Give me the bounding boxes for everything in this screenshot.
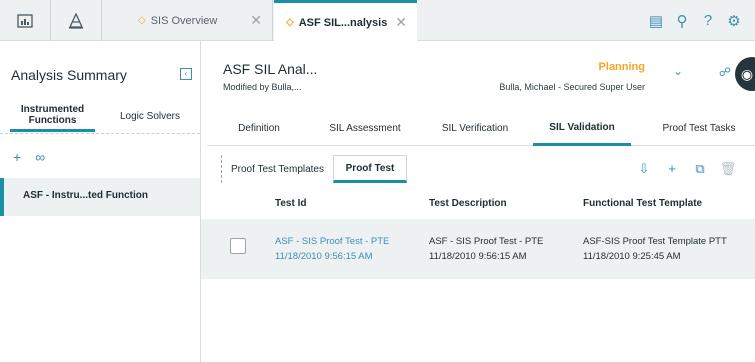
divider <box>0 133 200 134</box>
state-user: Bulla, Michael - Secured Super User <box>499 82 645 92</box>
tab-logic-solvers[interactable]: Logic Solvers <box>110 111 190 122</box>
toolbar: ▤ ⚲ ? ⚙ <box>643 0 755 41</box>
close-icon[interactable]: ✕ <box>395 14 407 31</box>
tab-proof-test-tasks[interactable]: Proof Test Tasks <box>651 111 747 146</box>
dashboard-icon <box>17 13 33 28</box>
tab-sil-verification[interactable]: SIL Verification <box>427 111 523 146</box>
test-id-date[interactable]: 11/18/2010 9:56:15 AM <box>275 249 389 264</box>
top-tab-bar: ◇ SIS Overview ✕ ◇ ASF SIL...nalysis ✕ ▤… <box>0 0 755 42</box>
hierarchy-icon[interactable]: ☍ <box>719 65 731 79</box>
add-icon[interactable]: + <box>13 149 21 165</box>
tab-asf-sil-analysis[interactable]: ◇ ASF SIL...nalysis ✕ <box>274 0 417 42</box>
add-icon[interactable]: + <box>663 161 681 177</box>
copy-icon[interactable]: ⧉ <box>691 161 709 177</box>
tab-instrumented-functions[interactable]: Instrumented Functions <box>10 104 95 132</box>
close-icon[interactable]: ✕ <box>250 12 262 29</box>
panel-title: Analysis Summary <box>11 67 127 83</box>
dashboard-tab[interactable] <box>0 0 51 41</box>
tab-proof-test[interactable]: Proof Test <box>333 155 407 183</box>
test-id-link[interactable]: ASF - SIS Proof Test - PTE 11/18/2010 9:… <box>275 234 389 264</box>
binoculars-icon[interactable]: ∞ <box>35 149 45 165</box>
state-label[interactable]: Planning <box>599 61 645 73</box>
functional-test-template-cell: ASF-SIS Proof Test Template PTT 11/18/20… <box>583 234 727 264</box>
subtab-bar: Definition SIL Assessment SIL Verificati… <box>207 111 755 146</box>
search-icon[interactable]: ⚲ <box>669 12 695 30</box>
analysis-summary-panel: Analysis Summary ‹ Instrumented Function… <box>0 41 201 362</box>
tab-sil-assessment[interactable]: SIL Assessment <box>319 111 411 146</box>
row-checkbox[interactable] <box>230 238 246 254</box>
triangle-hierarchy-icon <box>68 12 84 29</box>
eye-icon[interactable]: ◉ <box>735 57 755 91</box>
asset-hierarchy-tab[interactable] <box>51 0 102 41</box>
table-row[interactable]: ASF - SIS Proof Test - PTE 11/18/2010 9:… <box>201 219 755 279</box>
tab-proof-test-templates[interactable]: Proof Test Templates <box>221 155 333 183</box>
chevron-down-icon[interactable]: ⌄ <box>673 64 683 78</box>
help-icon[interactable]: ? <box>695 12 721 29</box>
test-id-line[interactable]: ASF - SIS Proof Test - PTE <box>275 234 389 249</box>
export-icon[interactable]: ⇩ <box>635 161 653 177</box>
column-header-functional-test-template[interactable]: Functional Test Template <box>583 198 702 209</box>
modified-by: Modified by Bulla,... <box>223 82 302 92</box>
list-item[interactable]: ASF - Instru...ted Function <box>0 178 200 216</box>
test-description-cell: ASF - SIS Proof Test - PTE 11/18/2010 9:… <box>429 234 543 264</box>
diamond-icon: ◇ <box>286 17 294 28</box>
description-line: ASF - SIS Proof Test - PTE <box>429 236 544 247</box>
collapse-panel-icon[interactable]: ‹ <box>180 68 192 80</box>
diamond-icon: ◇ <box>138 15 146 26</box>
template-date: 11/18/2010 9:25:45 AM <box>583 251 681 262</box>
column-header-test-description[interactable]: Test Description <box>429 198 507 209</box>
tab-label: SIS Overview <box>150 14 218 27</box>
notes-icon[interactable]: ▤ <box>643 12 669 30</box>
template-line: ASF-SIS Proof Test Template PTT <box>583 236 727 247</box>
tab-sil-validation[interactable]: SIL Validation <box>533 111 631 146</box>
description-date: 11/18/2010 9:56:15 AM <box>429 251 527 262</box>
grid-actions: ⇩ + ⧉ 🗑︎ <box>635 161 737 177</box>
gear-icon[interactable]: ⚙ <box>721 12 747 30</box>
trash-icon[interactable]: 🗑︎ <box>719 161 737 177</box>
main-content: ASF SIL Anal... Modified by Bulla,... Pl… <box>201 41 755 362</box>
tab-definition[interactable]: Definition <box>219 111 299 146</box>
tab-label: ASF SIL...nalysis <box>298 16 388 29</box>
page-title: ASF SIL Anal... <box>223 61 318 77</box>
grid-header: Test Id Test Description Functional Test… <box>201 189 755 219</box>
panel-actions: + ∞ <box>13 149 45 165</box>
tab-sis-overview[interactable]: ◇ SIS Overview ✕ <box>102 0 273 41</box>
column-header-test-id[interactable]: Test Id <box>275 198 306 209</box>
